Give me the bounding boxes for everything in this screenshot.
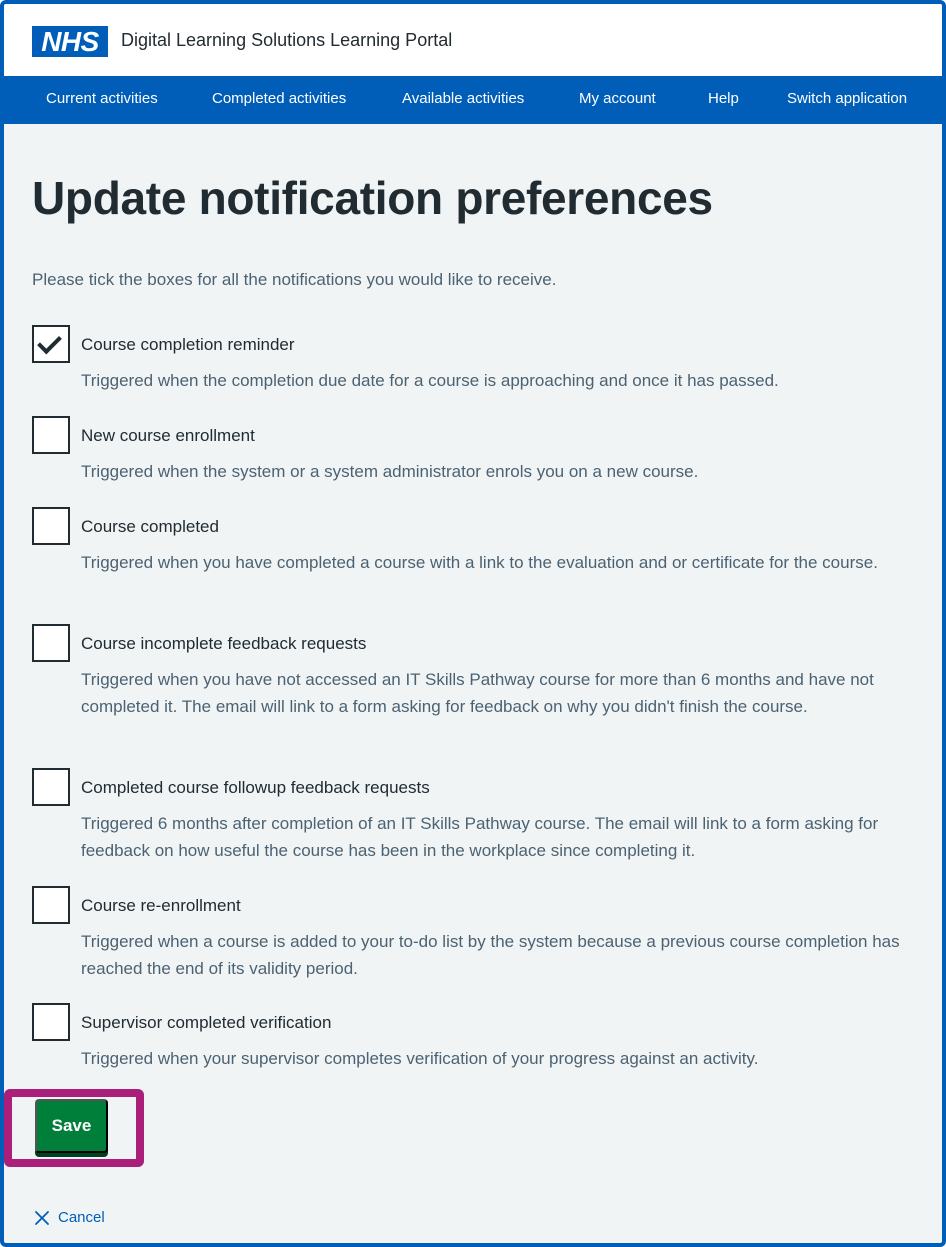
nav-switch-application[interactable]: Switch application [787, 89, 907, 109]
option-label[interactable]: Course completed [81, 515, 219, 539]
nav-current-activities[interactable]: Current activities [46, 89, 158, 109]
option-hint: Triggered when a course is added to your… [81, 932, 900, 978]
option-hint: Triggered when you have completed a cour… [81, 553, 878, 572]
nav-available-activities[interactable]: Available activities [402, 89, 524, 109]
checkbox-completed-course-followup[interactable] [32, 768, 70, 806]
option-label[interactable]: Supervisor completed verification [81, 1011, 331, 1035]
site-header: NHS Digital Learning Solutions Learning … [4, 4, 942, 76]
close-icon [35, 1211, 49, 1225]
nhs-logo[interactable]: NHS [32, 26, 108, 57]
option-hint: Triggered when the completion due date f… [81, 371, 779, 390]
option-label[interactable]: New course enrollment [81, 424, 255, 448]
checkbox-course-incomplete-feedback[interactable] [32, 624, 70, 662]
page-title: Update notification preferences [32, 172, 713, 224]
option-hint: Triggered when you have not accessed an … [81, 670, 874, 716]
browser-frame: NHS Digital Learning Solutions Learning … [0, 0, 946, 1247]
checkbox-supervisor-completed-verification[interactable] [32, 1003, 70, 1041]
option-hint: Triggered when your supervisor completes… [81, 1049, 759, 1068]
primary-navigation: Current activities Completed activities … [4, 76, 942, 124]
option-hint: Triggered when the system or a system ad… [81, 462, 699, 481]
option-hint: Triggered 6 months after completion of a… [81, 814, 879, 860]
cancel-label: Cancel [58, 1209, 105, 1226]
nav-completed-activities[interactable]: Completed activities [212, 89, 346, 109]
nav-help[interactable]: Help [708, 89, 739, 109]
nav-my-account[interactable]: My account [579, 89, 656, 109]
intro-text: Please tick the boxes for all the notifi… [32, 270, 557, 289]
option-label[interactable]: Course completion reminder [81, 333, 295, 357]
checkbox-course-re-enrollment[interactable] [32, 886, 70, 924]
option-label[interactable]: Course re-enrollment [81, 894, 241, 918]
checkbox-new-course-enrollment[interactable] [32, 416, 70, 454]
checkbox-course-completed[interactable] [32, 507, 70, 545]
option-label[interactable]: Course incomplete feedback requests [81, 632, 366, 656]
service-name[interactable]: Digital Learning Solutions Learning Port… [121, 28, 452, 52]
checkmark-icon [37, 329, 62, 355]
checkbox-course-completion-reminder[interactable] [32, 325, 70, 363]
option-label[interactable]: Completed course followup feedback reque… [81, 776, 430, 800]
save-button[interactable]: Save [35, 1099, 108, 1153]
